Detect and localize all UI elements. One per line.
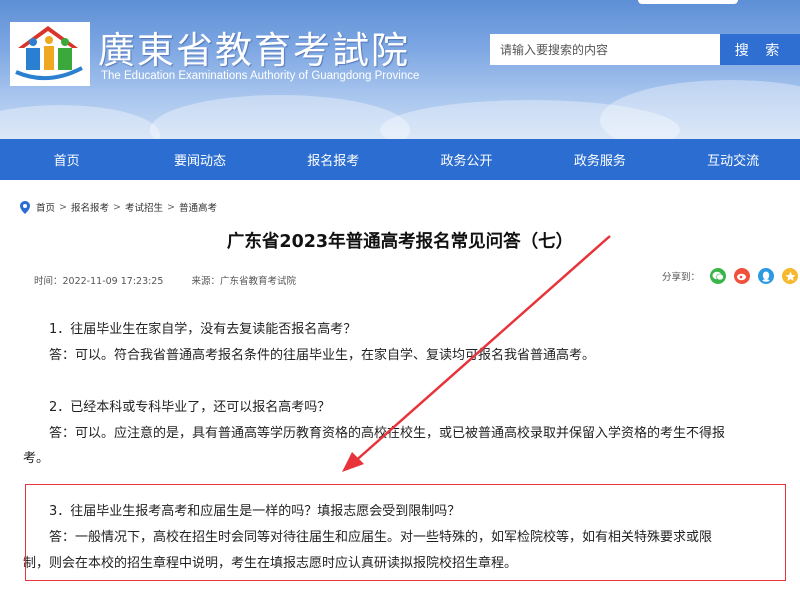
breadcrumb-registration[interactable]: 报名报考: [71, 200, 109, 214]
share-label: 分享到：: [662, 272, 701, 283]
location-pin-icon: [20, 200, 30, 214]
qzone-share-icon[interactable]: [782, 268, 799, 284]
site-subtitle: The Education Examinations Authority of …: [101, 70, 420, 82]
breadcrumb-home[interactable]: 首页: [36, 200, 55, 214]
logo-icon: [15, 26, 83, 81]
article-meta: 时间：2022-11-09 17:23:25 来源：广东省教育考试院: [34, 273, 296, 287]
breadcrumb: 首页 > 报名报考 > 考试招生 > 普通高考: [20, 200, 217, 214]
answer-2-line-1: 答：可以。应注意的是，具有普通高等学历教育资格的高校在校生，或已被普通高校录取并…: [49, 426, 726, 441]
answer-1: 答：可以。符合我省普通高考报名条件的往届毕业生，在家自学、复读均可报名我省普通高…: [49, 348, 596, 363]
qq-share-icon[interactable]: [758, 268, 775, 284]
article-source: 来源：广东省教育考试院: [191, 276, 296, 287]
breadcrumb-separator: >: [166, 201, 175, 213]
breadcrumb-separator: >: [59, 201, 67, 213]
nav-item-gov-services[interactable]: 政务服务: [533, 150, 666, 169]
breadcrumb-separator: >: [113, 201, 121, 213]
nav-item-home[interactable]: 首页: [0, 150, 133, 169]
site-title: 廣東省教育考試院: [98, 29, 410, 72]
search-button[interactable]: 搜 索: [720, 34, 800, 65]
weibo-share-icon[interactable]: [734, 268, 751, 284]
nav-item-interaction[interactable]: 互动交流: [666, 150, 799, 169]
nav-item-news[interactable]: 要闻动态: [133, 150, 266, 169]
nav-item-public-affairs[interactable]: 政务公开: [400, 150, 533, 169]
question-1: 1．往届毕业生在家自学，没有去复读能否报名高考？: [49, 322, 357, 337]
top-strip: [638, 0, 738, 4]
highlight-box: [25, 484, 786, 581]
breadcrumb-gaokao[interactable]: 普通高考: [179, 200, 217, 214]
wechat-share-icon[interactable]: [710, 268, 727, 284]
question-2: 2．已经本科或专科毕业了，还可以报名高考吗？: [49, 400, 331, 415]
article-title: 广东省2023年普通高考报名常见问答（七）: [226, 232, 574, 252]
breadcrumb-exam-admission[interactable]: 考试招生: [125, 200, 163, 214]
answer-2-line-2: 考。: [23, 451, 50, 466]
site-header: 廣東省教育考試院 The Education Examinations Auth…: [0, 0, 800, 139]
article-time: 时间：2022-11-09 17:23:25: [34, 276, 164, 287]
nav-item-registration[interactable]: 报名报考: [267, 150, 400, 169]
share-bar: 分享到：: [662, 268, 799, 284]
site-logo[interactable]: [10, 22, 90, 86]
search-input[interactable]: [490, 34, 720, 65]
main-nav: 首页 要闻动态 报名报考 政务公开 政务服务 互动交流: [0, 139, 800, 180]
